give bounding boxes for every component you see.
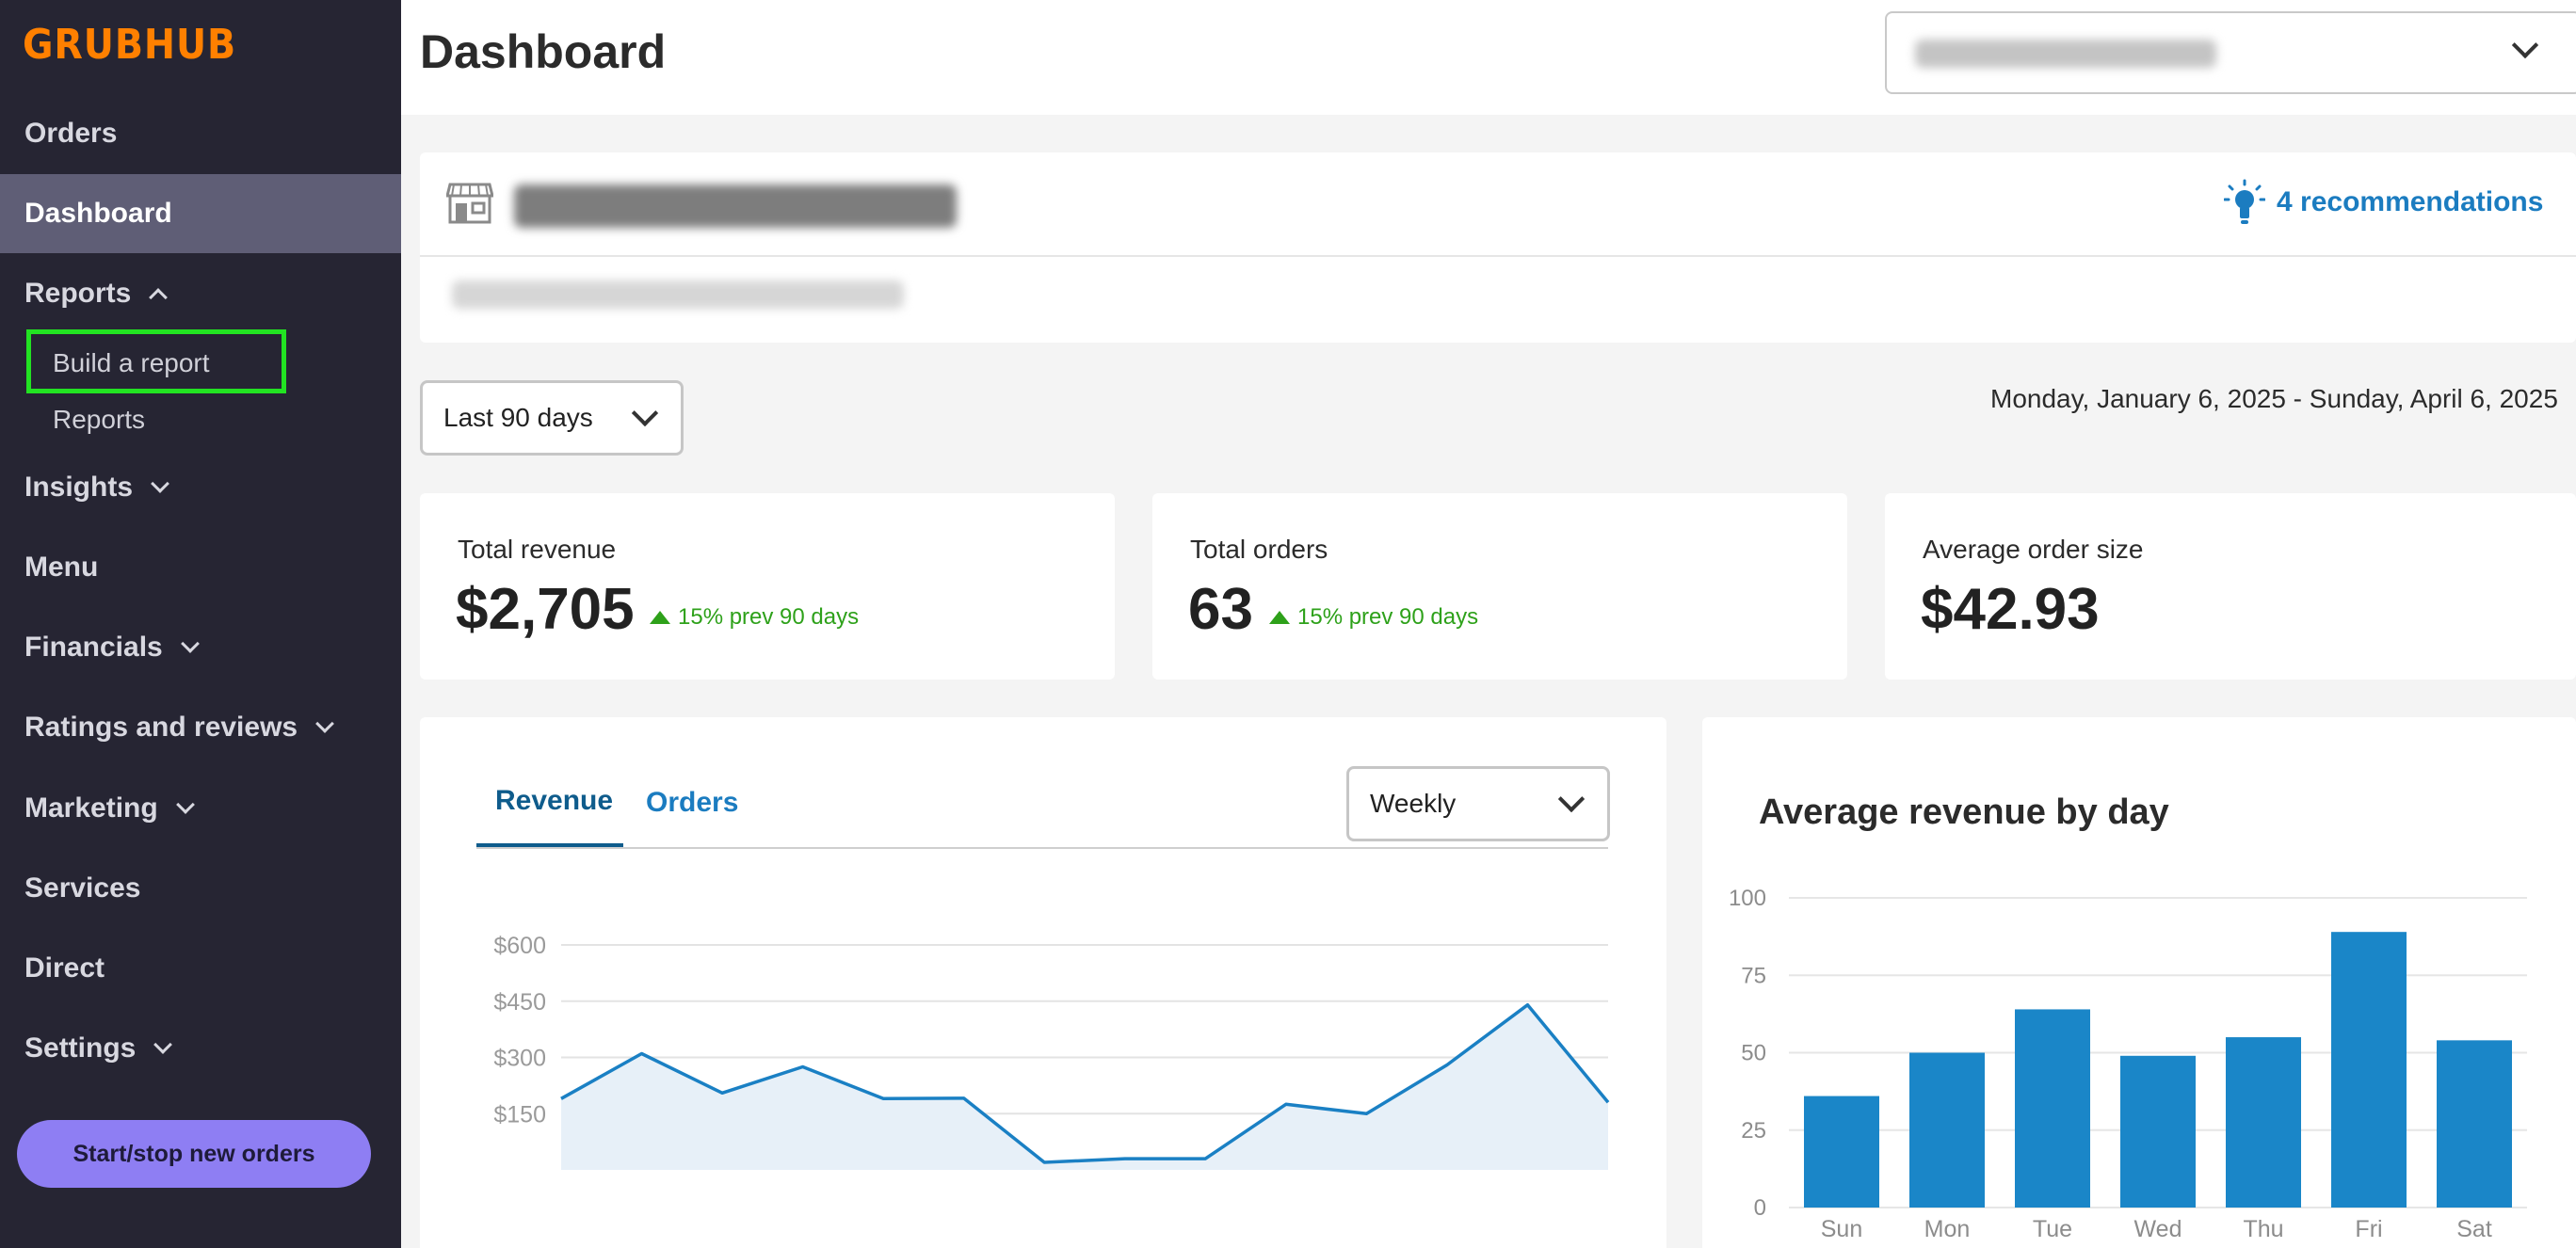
recommendations-link[interactable]: 4 recommendations — [2224, 179, 2543, 226]
y-tick-label: 50 — [1741, 1041, 1766, 1066]
sidebar-item-label: Insights — [24, 472, 134, 503]
stat-card-orders: Total orders 63 15% prev 90 days — [1152, 493, 1847, 680]
chevron-down-icon — [151, 474, 169, 493]
stat-value: $42.93 — [1921, 577, 2100, 642]
bar — [2226, 1037, 2301, 1208]
bar — [2120, 1055, 2196, 1208]
stat-card-revenue: Total revenue $2,705 15% prev 90 days — [420, 493, 1115, 680]
sidebar-item-label: Reports — [24, 278, 132, 309]
revenue-area-fill — [561, 1004, 1608, 1170]
date-range: Monday, January 6, 2025 - Sunday, April … — [1990, 384, 2558, 413]
store-icon — [446, 183, 493, 224]
sidebar-item-label: Direct — [24, 952, 105, 984]
sidebar-item-label: Ratings and reviews — [24, 712, 298, 743]
x-tick-label: Sun — [1821, 1216, 1862, 1242]
page-title: Dashboard — [420, 25, 667, 78]
sidebar-item-label: Menu — [24, 552, 99, 583]
restaurant-card: 4 recommendations — [420, 152, 2576, 343]
sidebar-item-marketing[interactable]: Marketing — [0, 769, 401, 848]
chevron-down-icon — [153, 1035, 173, 1054]
chevron-down-icon — [2511, 31, 2539, 59]
divider — [420, 255, 2576, 257]
x-tick-label: Sat — [2456, 1216, 2492, 1242]
x-tick-label: Mon — [1924, 1216, 1971, 1242]
sidebar-subitem-build-report[interactable]: Build a report — [53, 348, 210, 378]
sidebar-item-label: Services — [24, 872, 141, 904]
sidebar-item-label: Orders — [24, 118, 118, 149]
sidebar-item-menu[interactable]: Menu — [0, 528, 401, 607]
revenue-chart-card: Revenue Orders Weekly $600 $450 $300 $150 — [420, 717, 1666, 1248]
y-tick-label: 25 — [1741, 1118, 1766, 1144]
grubhub-logo[interactable]: GRUBHUB — [23, 21, 236, 69]
location-name-redacted — [1915, 40, 2216, 68]
y-tick-label: $600 — [493, 933, 546, 959]
stat-delta-text: 15% prev 90 days — [678, 604, 860, 630]
bar — [2437, 1040, 2512, 1208]
bar — [2015, 1009, 2090, 1208]
sidebar-item-direct[interactable]: Direct — [0, 929, 401, 1008]
y-tick-label: 100 — [1729, 886, 1766, 911]
sidebar-item-settings[interactable]: Settings — [0, 1009, 401, 1088]
stat-value: $2,705 — [456, 577, 635, 642]
stat-label: Average order size — [1923, 535, 2144, 564]
stat-delta: 15% prev 90 days — [650, 604, 859, 631]
stat-label: Total revenue — [458, 535, 617, 564]
sidebar-item-insights[interactable]: Insights — [0, 448, 401, 527]
bar — [1909, 1052, 1985, 1208]
x-tick-label: Fri — [2355, 1216, 2382, 1242]
period-value: Last 90 days — [443, 403, 593, 432]
avg-revenue-card: Average revenue by day 0 25 50 75 100 Sun Mon T… — [1702, 717, 2576, 1248]
y-tick-label: $450 — [493, 989, 546, 1016]
x-tick-label: Thu — [2243, 1216, 2283, 1242]
y-tick-label: $150 — [493, 1101, 546, 1128]
stat-delta-text: 15% prev 90 days — [1297, 604, 1479, 630]
sidebar-item-financials[interactable]: Financials — [0, 608, 401, 687]
up-arrow-icon — [650, 611, 670, 624]
sidebar-item-label: Settings — [24, 1032, 137, 1064]
stat-card-avg-order: Average order size $42.93 — [1885, 493, 2576, 680]
sidebar-item-label: Financials — [24, 632, 163, 663]
sidebar: GRUBHUB Orders Dashboard Reports Build a… — [0, 0, 401, 1248]
period-dropdown[interactable]: Last 90 days — [420, 380, 684, 456]
x-tick-label: Tue — [2033, 1216, 2072, 1242]
y-tick-label: 75 — [1741, 963, 1766, 988]
bar — [1804, 1096, 1879, 1208]
start-stop-orders-button[interactable]: Start/stop new orders — [17, 1120, 371, 1188]
bar — [2331, 932, 2407, 1208]
revenue-area-chart: $600 $450 $300 $150 — [493, 933, 1610, 1170]
sidebar-item-services[interactable]: Services — [0, 849, 401, 928]
chevron-down-icon — [175, 795, 195, 814]
lightbulb-icon — [2224, 179, 2265, 224]
x-tick-label: Wed — [2134, 1216, 2182, 1242]
recommendations-label: 4 recommendations — [2277, 186, 2544, 217]
chevron-down-icon — [180, 634, 200, 653]
avg-revenue-bar-chart: 0 25 50 75 100 Sun Mon Tue Wed Thu Fri Sat — [1729, 886, 2527, 1242]
sidebar-item-ratings[interactable]: Ratings and reviews — [0, 688, 401, 767]
sidebar-item-reports[interactable]: Reports — [0, 254, 401, 333]
sidebar-item-dashboard[interactable]: Dashboard — [0, 174, 401, 253]
restaurant-name-redacted — [514, 184, 957, 228]
up-arrow-icon — [1269, 611, 1290, 624]
chevron-up-icon — [149, 288, 169, 307]
chevron-down-icon — [631, 399, 659, 427]
y-tick-label: 0 — [1754, 1195, 1766, 1221]
y-tick-label: $300 — [493, 1046, 546, 1072]
stat-label: Total orders — [1190, 535, 1328, 564]
sidebar-subitem-reports[interactable]: Reports — [53, 405, 145, 435]
sidebar-item-orders[interactable]: Orders — [0, 94, 401, 173]
stat-delta: 15% prev 90 days — [1269, 604, 1478, 631]
sidebar-item-label: Dashboard — [24, 198, 172, 229]
restaurant-address-redacted — [452, 280, 904, 309]
chevron-down-icon — [315, 714, 335, 733]
sidebar-item-label: Marketing — [24, 792, 158, 824]
location-select[interactable] — [1885, 11, 2576, 94]
stat-value: 63 — [1188, 577, 1253, 642]
